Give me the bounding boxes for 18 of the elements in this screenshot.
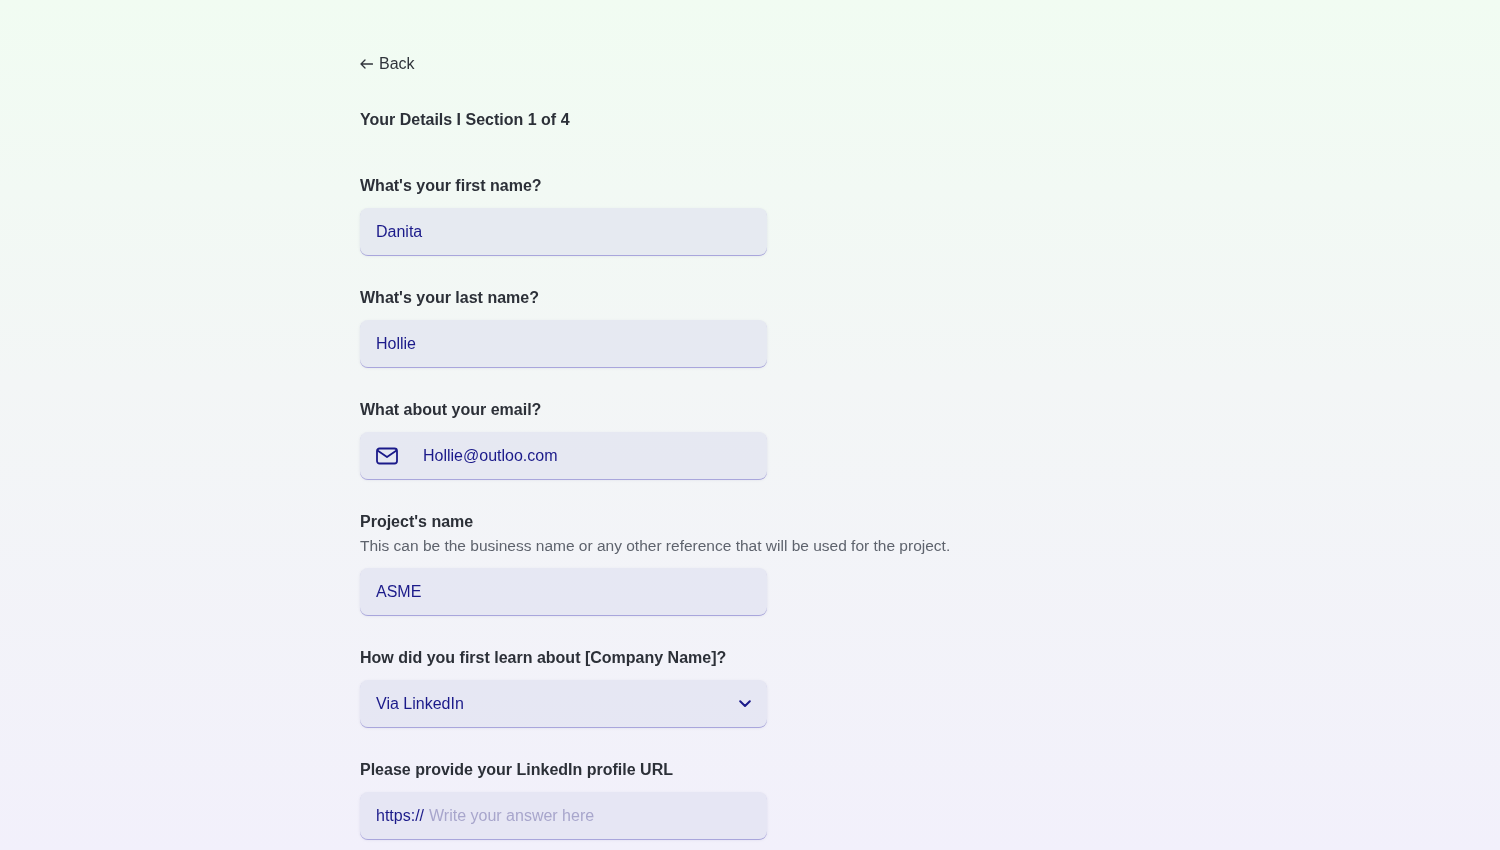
chevron-down-icon — [739, 699, 751, 708]
dropdown[interactable]: Via LinkedIn — [360, 680, 767, 727]
question-label: How did you first learn about [Company Name]? — [360, 648, 728, 668]
text-field[interactable]: Danita — [360, 208, 767, 255]
text-field[interactable]: ASME — [360, 568, 767, 615]
question-label: What's your last name? — [360, 288, 540, 308]
back-link[interactable]: Back — [360, 52, 415, 76]
url-prefix: https:// — [376, 806, 425, 825]
question-label: What's your first name? — [360, 176, 543, 196]
question-label: Please provide your LinkedIn profile URL — [360, 760, 674, 780]
arrow-left-icon — [360, 59, 373, 69]
section-title: Your Details I Section 1 of 4 — [360, 110, 571, 130]
question-label: What about your email? — [360, 400, 543, 420]
question-label: Project's name — [360, 512, 475, 532]
text-field[interactable]: Hollie — [360, 320, 767, 367]
question-description: This can be the business name or any other reference that will be used for the project. — [360, 536, 952, 556]
mail-icon — [376, 447, 398, 465]
email-field[interactable]: Hollie@outloo.com — [360, 432, 767, 479]
